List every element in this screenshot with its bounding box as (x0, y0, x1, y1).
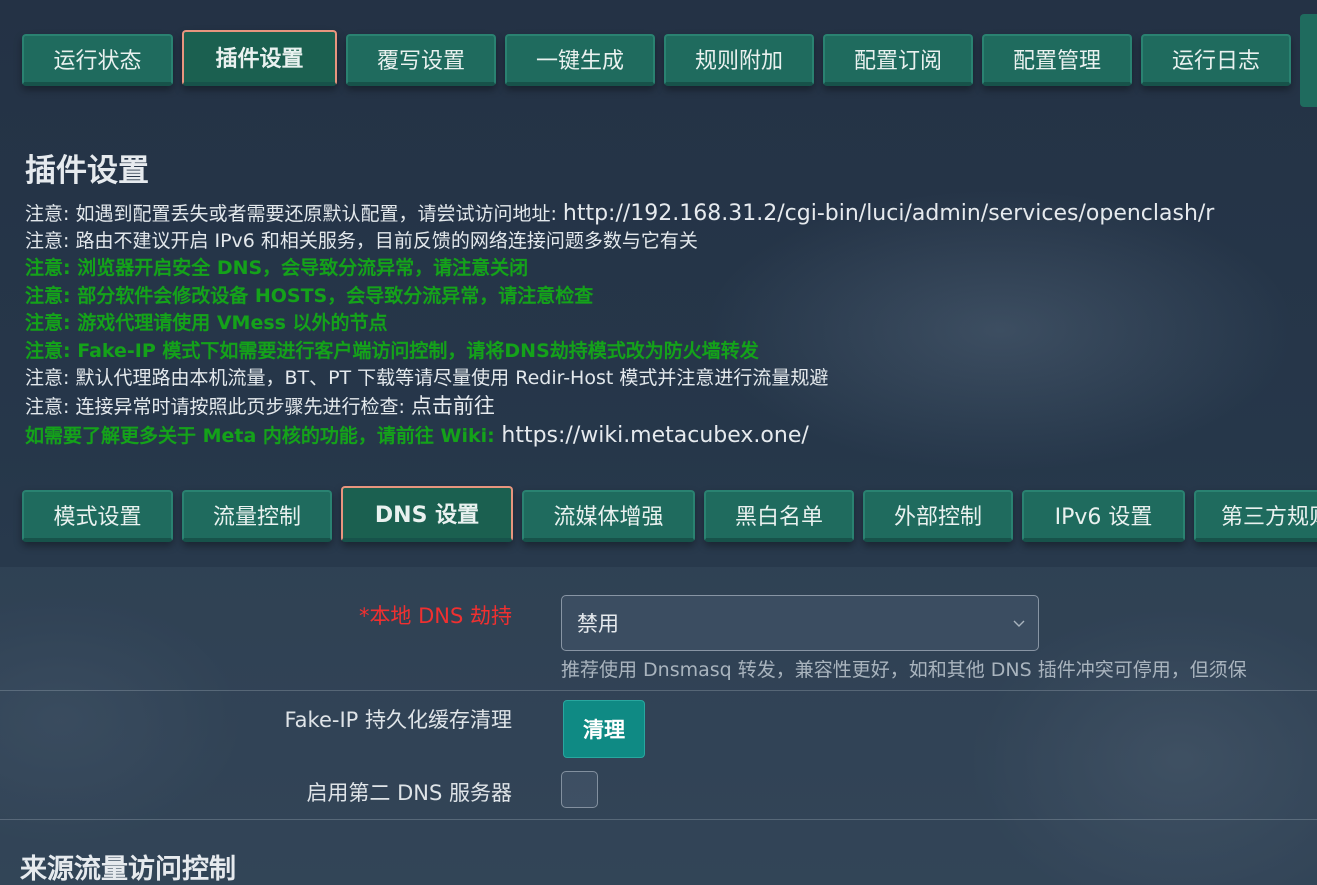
notice-hosts: 注意: 部分软件会修改设备 HOSTS，会导致分流异常，请注意检查 (25, 283, 1317, 311)
tab-mode-settings[interactable]: 模式设置 (22, 490, 173, 542)
sub-tab-bar: 模式设置 流量控制 DNS 设置 流媒体增强 黑白名单 外部控制 IPv6 设置… (22, 486, 1317, 544)
notice-restore-url: 注意: 如遇到配置丢失或者需要还原默认配置，请尝试访问地址: http://19… (25, 200, 1317, 228)
tab-override-settings[interactable]: 覆写设置 (346, 34, 496, 86)
tab-run-logs[interactable]: 运行日志 (1141, 34, 1291, 86)
notice-meta-wiki: 如需要了解更多关于 Meta 内核的功能，请前往 Wiki: https://w… (25, 422, 1317, 450)
second-dns-checkbox[interactable] (561, 771, 598, 808)
second-dns-label: 启用第二 DNS 服务器 (306, 781, 512, 805)
fakeip-cache-label: Fake-IP 持久化缓存清理 (284, 708, 512, 732)
tab-streaming-enhance[interactable]: 流媒体增强 (522, 490, 695, 542)
dns-hijack-value: 禁用 (577, 612, 619, 636)
notice-ipv6: 注意: 路由不建议开启 IPv6 和相关服务，目前反馈的网络连接问题多数与它有关 (25, 228, 1317, 256)
tab-traffic-control[interactable]: 流量控制 (182, 490, 332, 542)
page-title: 插件设置 (25, 153, 149, 189)
notice-game-proxy: 注意: 游戏代理请使用 VMess 以外的节点 (25, 310, 1317, 338)
tab-ipv6-settings[interactable]: IPv6 设置 (1022, 490, 1185, 542)
notice-text: 注意: 部分软件会修改设备 HOSTS，会导致分流异常，请注意检查 (25, 284, 594, 307)
clear-fakeip-cache-button[interactable]: 清理 (563, 700, 645, 758)
notice-default-proxy: 注意: 默认代理路由本机流量，BT、PT 下载等请尽量使用 Redir-Host… (25, 365, 1317, 393)
notice-text: 注意: 默认代理路由本机流量，BT、PT 下载等请尽量使用 Redir-Host… (25, 367, 829, 389)
check-steps-link[interactable]: 点击前往 (411, 394, 495, 418)
tab-black-white-list[interactable]: 黑白名单 (704, 490, 854, 542)
tab-one-click-generate[interactable]: 一键生成 (505, 34, 655, 86)
dns-hijack-label: *本地 DNS 劫持 (358, 604, 512, 628)
tab-config-management[interactable]: 配置管理 (982, 34, 1132, 86)
notice-text: 注意: Fake-IP 模式下如需要进行客户端访问控制，请将DNS劫持模式改为防… (25, 339, 759, 362)
wiki-link[interactable]: https://wiki.metacubex.one/ (501, 423, 808, 448)
source-traffic-access-control-title: 来源流量访问控制 (20, 854, 236, 885)
section-divider (0, 819, 1317, 820)
notice-text: 注意: 浏览器开启安全 DNS，会导致分流异常，请注意关闭 (25, 257, 529, 279)
notice-connection-check: 注意: 连接异常时请按照此页步骤先进行检查: 点击前往 (25, 393, 1317, 421)
tab-plugin-settings[interactable]: 插件设置 (182, 30, 337, 86)
tab-rule-append[interactable]: 规则附加 (664, 34, 814, 86)
notice-list: 注意: 如遇到配置丢失或者需要还原默认配置，请尝试访问地址: http://19… (25, 200, 1317, 450)
notice-text: 注意: 路由不建议开启 IPv6 和相关服务，目前反馈的网络连接问题多数与它有关 (25, 229, 698, 252)
chevron-down-icon (1013, 620, 1025, 627)
dns-hijack-select[interactable]: 禁用 (561, 595, 1039, 651)
tab-third-party-rules[interactable]: 第三方规则 (1194, 490, 1317, 542)
notice-secure-dns: 注意: 浏览器开启安全 DNS，会导致分流异常，请注意关闭 (25, 255, 1317, 283)
restore-url-link[interactable]: http://192.168.31.2/cgi-bin/luci/admin/s… (563, 201, 1214, 226)
tab-external-control[interactable]: 外部控制 (863, 490, 1013, 542)
tab-dns-settings[interactable]: DNS 设置 (341, 486, 513, 542)
notice-text: 注意: 游戏代理请使用 VMess 以外的节点 (25, 312, 388, 334)
dns-hijack-hint: 推荐使用 Dnsmasq 转发，兼容性更好，如和其他 DNS 插件冲突可停用，但… (561, 659, 1247, 681)
top-tabs-overflow[interactable] (1300, 14, 1317, 107)
notice-text: 注意: 连接异常时请按照此页步骤先进行检查: (25, 395, 411, 418)
tab-config-subscription[interactable]: 配置订阅 (823, 34, 973, 86)
notice-text: 注意: 如遇到配置丢失或者需要还原默认配置，请尝试访问地址: (25, 203, 563, 225)
notice-fakeip: 注意: Fake-IP 模式下如需要进行客户端访问控制，请将DNS劫持模式改为防… (25, 338, 1317, 366)
notice-text: 如需要了解更多关于 Meta 内核的功能，请前往 Wiki: (25, 425, 502, 447)
top-tab-bar: 运行状态 插件设置 覆写设置 一键生成 规则附加 配置订阅 配置管理 运行日志 (22, 30, 1300, 88)
row-divider (0, 690, 1317, 691)
tab-running-status[interactable]: 运行状态 (22, 34, 173, 86)
